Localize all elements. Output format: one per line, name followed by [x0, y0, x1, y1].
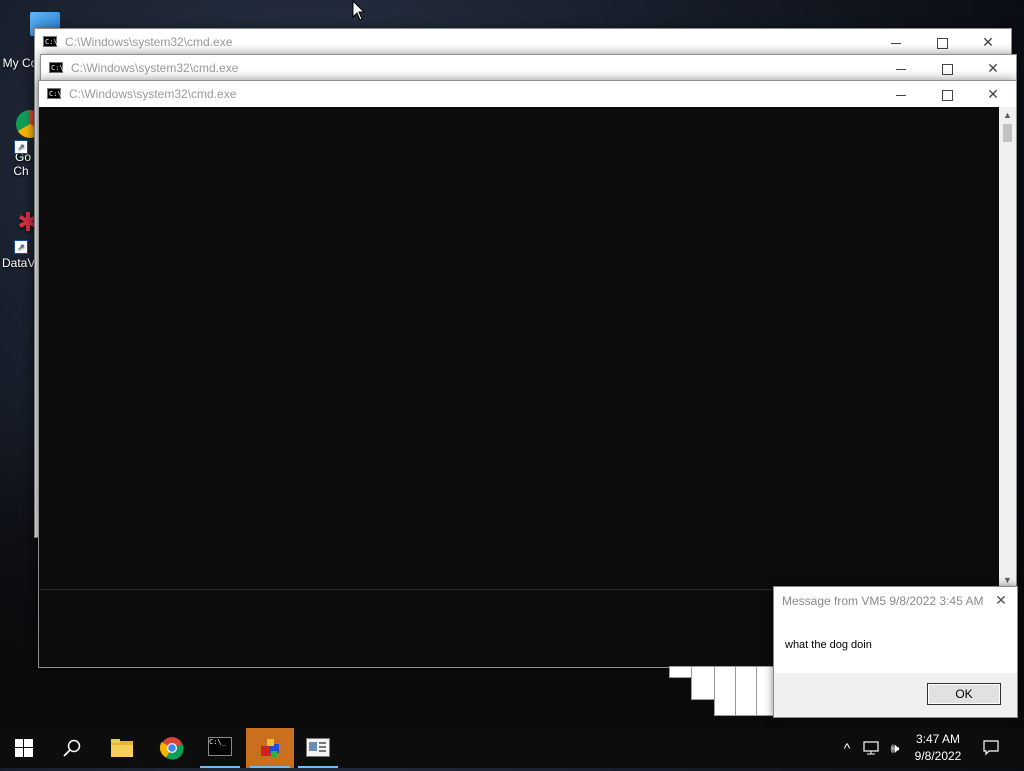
maximize-icon [936, 37, 948, 49]
scroll-up-arrow-icon[interactable]: ▲ [999, 107, 1016, 124]
message-icon [306, 738, 330, 757]
clock-time: 3:47 AM [915, 732, 961, 746]
search-button[interactable] [48, 728, 96, 768]
network-icon [863, 741, 879, 755]
taskbar-message[interactable] [294, 728, 342, 768]
clock-date: 9/8/2022 [914, 749, 962, 763]
maximize-button[interactable] [924, 55, 970, 81]
maximize-icon [941, 63, 953, 75]
chevron-up-icon: ^ [843, 740, 851, 756]
minimize-button[interactable] [878, 81, 924, 107]
clock[interactable]: 3:47 AM 9/8/2022 [906, 731, 970, 765]
volume-button[interactable]: 🕪 [884, 728, 906, 768]
close-icon: ✕ [987, 60, 999, 76]
minimize-button[interactable] [878, 55, 924, 81]
search-icon [63, 739, 81, 757]
title-bar[interactable]: C:\ C:\Windows\system32\cmd.exe ✕ [41, 55, 1016, 81]
minimize-icon [896, 68, 906, 70]
shortcut-arrow-icon: ↗ [14, 240, 28, 254]
maximize-button[interactable] [924, 81, 970, 107]
minimize-icon [896, 94, 906, 96]
shortcut-arrow-icon: ↗ [14, 140, 28, 154]
cmd-icon: C:\ [43, 36, 58, 47]
minimize-button[interactable] [873, 29, 919, 55]
cmd-window-3[interactable]: C:\ C:\Windows\system32\cmd.exe ✕ ▲ ▼ [38, 80, 1017, 668]
action-center-button[interactable] [976, 728, 1006, 768]
network-button[interactable] [860, 728, 882, 768]
mouse-cursor-icon [352, 0, 366, 21]
maximize-icon [941, 89, 953, 101]
close-button[interactable]: ✕ [965, 29, 1011, 55]
dialog-title: Message from VM5 9/8/2022 3:45 AM [782, 594, 984, 608]
console-area[interactable] [39, 107, 999, 589]
scroll-thumb[interactable] [1003, 124, 1012, 142]
volume-icon: 🕪 [890, 740, 900, 756]
taskbar-file-explorer[interactable] [98, 728, 146, 768]
show-hidden-icons-button[interactable]: ^ [838, 728, 856, 768]
message-dialog[interactable]: Message from VM5 9/8/2022 3:45 AM ✕ what… [773, 586, 1018, 718]
notification-icon [983, 740, 999, 756]
ok-button[interactable]: OK [927, 683, 1001, 705]
window-title: C:\Windows\system32\cmd.exe [69, 87, 237, 101]
chrome-icon [159, 737, 184, 760]
taskbar-cmd[interactable]: C:\_ [196, 728, 244, 768]
close-button[interactable]: ✕ [970, 55, 1016, 81]
close-button[interactable]: ✕ [970, 81, 1016, 107]
close-icon: ✕ [982, 34, 994, 50]
close-icon: ✕ [987, 86, 999, 102]
cmd-icon: C:\ [49, 62, 64, 73]
start-icon [15, 739, 33, 757]
close-icon: ✕ [995, 592, 1007, 608]
title-bar[interactable]: C:\ C:\Windows\system32\cmd.exe ✕ [39, 81, 1016, 107]
file-explorer-icon [111, 739, 133, 757]
window-title: C:\Windows\system32\cmd.exe [65, 35, 233, 49]
start-button[interactable] [0, 728, 48, 768]
window-title: C:\Windows\system32\cmd.exe [71, 61, 239, 75]
cmd-icon: C:\ [47, 88, 62, 99]
app-icon [261, 739, 279, 757]
dialog-close-button[interactable]: ✕ [991, 590, 1011, 610]
dialog-footer: OK [774, 673, 1017, 717]
dialog-message: what the dog doin [785, 639, 872, 651]
taskbar-app[interactable] [246, 728, 294, 768]
taskbar-chrome[interactable] [148, 728, 196, 768]
maximize-button[interactable] [919, 29, 965, 55]
vertical-scrollbar[interactable]: ▲ ▼ [999, 107, 1016, 589]
taskbar: C:\_ ^ 🕪 3:47 AM 9/8/2022 [0, 728, 1024, 768]
title-bar[interactable]: C:\ C:\Windows\system32\cmd.exe ✕ [35, 29, 1011, 55]
cmd-icon: C:\_ [208, 737, 232, 756]
minimize-icon [891, 42, 901, 44]
